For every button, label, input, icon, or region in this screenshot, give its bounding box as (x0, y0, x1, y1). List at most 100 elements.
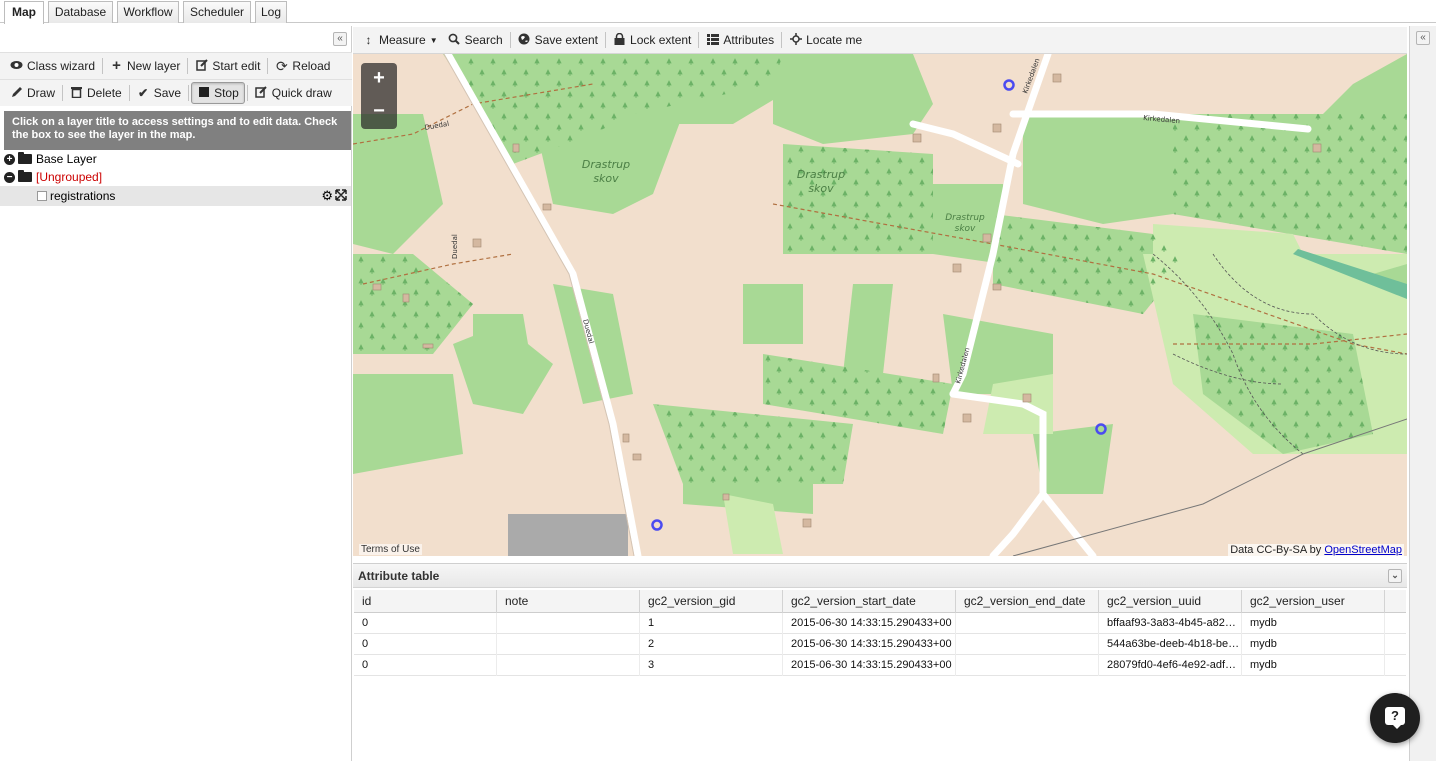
column-header[interactable]: gc2_version_start_date (783, 590, 956, 613)
separator (605, 32, 607, 48)
locate-me-button[interactable]: Locate me (784, 29, 867, 51)
tree-item-base-layer[interactable]: + Base Layer (0, 150, 351, 168)
registrations-label[interactable]: registrations (50, 189, 115, 203)
collapse-icon[interactable]: − (4, 171, 15, 183)
layer-panel: « Class wizard + New layer Start edit ⟳ … (0, 26, 352, 761)
search-label: Search (464, 33, 503, 47)
pencil-icon (10, 86, 23, 100)
attribute-table-header: Attribute table ⌄ (353, 564, 1407, 588)
measure-dropdown[interactable]: ↕ Measure ▼ (357, 29, 443, 51)
tab-workflow[interactable]: Workflow (117, 1, 179, 23)
tab-scheduler[interactable]: Scheduler (183, 1, 251, 23)
class-wizard-button[interactable]: Class wizard (5, 55, 100, 77)
save-button[interactable]: ✔ Save (132, 82, 186, 104)
openstreetmap-link[interactable]: OpenStreetMap (1324, 544, 1402, 556)
table-row[interactable]: 0 2 2015-06-30 14:33:15.290433+00 544a63… (354, 634, 1406, 655)
search-button[interactable]: Search (443, 29, 508, 51)
grid-header: id note gc2_version_gid gc2_version_star… (354, 590, 1406, 613)
zoom-in-button[interactable]: + (361, 63, 397, 96)
start-edit-button[interactable]: Start edit (190, 55, 265, 77)
column-header[interactable]: gc2_version_user (1242, 590, 1385, 613)
tree-item-ungrouped[interactable]: − [Ungrouped] (0, 168, 351, 186)
layer-visibility-checkbox[interactable] (37, 191, 47, 201)
new-layer-button[interactable]: + New layer (105, 55, 185, 77)
search-icon (448, 33, 461, 47)
svg-text:skov: skov (955, 224, 976, 234)
stop-button[interactable]: Stop (191, 82, 245, 104)
cell-note (497, 634, 640, 655)
attributes-button[interactable]: Attributes (701, 29, 779, 51)
folder-icon (18, 152, 32, 164)
reload-label: Reload (292, 59, 331, 73)
separator (698, 32, 700, 48)
column-header[interactable]: gc2_version_end_date (956, 590, 1099, 613)
ungrouped-label: [Ungrouped] (36, 170, 103, 184)
cell-id: 0 (354, 613, 497, 634)
layer-toolbar: Class wizard + New layer Start edit ⟳ Re… (0, 52, 352, 79)
collapse-left-panel-button[interactable]: « (333, 32, 347, 46)
cell-id: 0 (354, 655, 497, 676)
delete-button[interactable]: Delete (65, 82, 127, 104)
cell-note (497, 613, 640, 634)
tab-map[interactable]: Map (4, 1, 44, 24)
fullscreen-icon[interactable] (335, 189, 347, 204)
table-row[interactable]: 0 1 2015-06-30 14:33:15.290433+00 bffaaf… (354, 613, 1406, 634)
caret-down-icon: ▼ (429, 35, 438, 45)
attribute-grid: id note gc2_version_gid gc2_version_star… (354, 590, 1406, 676)
map-canvas[interactable]: Drastrup skov Drastrup skov Drastrup sko… (353, 54, 1407, 556)
table-row[interactable]: 0 3 2015-06-30 14:33:15.290433+00 28079f… (354, 655, 1406, 676)
cell-gid: 3 (640, 655, 783, 676)
tab-log[interactable]: Log (255, 1, 287, 23)
folder-open-icon (18, 170, 32, 182)
save-extent-button[interactable]: Save extent (513, 29, 603, 51)
cell-start-date: 2015-06-30 14:33:15.290433+00 (783, 634, 956, 655)
eye-icon (10, 60, 23, 72)
column-header[interactable]: id (354, 590, 497, 613)
save-extent-label: Save extent (534, 33, 599, 47)
zoom-control: + − (361, 63, 397, 129)
cell-uuid: 544a63be-deeb-4b18-be… (1099, 634, 1242, 655)
lock-extent-label: Lock extent (630, 33, 692, 47)
separator (246, 85, 248, 101)
help-chat-button[interactable]: ? (1370, 693, 1420, 743)
svg-text:skov: skov (593, 172, 619, 185)
tree-item-registrations[interactable]: registrations ⚙ (0, 186, 351, 206)
attribution-text: Data CC-By-SA by (1230, 544, 1322, 556)
reload-button[interactable]: ⟳ Reload (270, 55, 335, 77)
plus-icon: + (112, 57, 121, 74)
gear-icon[interactable]: ⚙ (321, 189, 333, 202)
cell-user: mydb (1242, 655, 1385, 676)
cell-end-date (956, 613, 1099, 634)
map-toolbar: ↕ Measure ▼ Search Save extent Lock exte… (353, 27, 1407, 54)
separator (267, 58, 269, 74)
expand-icon[interactable]: + (4, 153, 15, 165)
help-bubble-icon: ? (1385, 707, 1405, 729)
separator (62, 85, 64, 101)
svg-text:Duedal: Duedal (451, 234, 459, 259)
column-header-filler (1385, 590, 1406, 613)
stop-icon (197, 87, 210, 99)
measure-label: Measure (379, 33, 426, 47)
column-header[interactable]: gc2_version_uuid (1099, 590, 1242, 613)
column-header[interactable]: note (497, 590, 640, 613)
locate-me-label: Locate me (806, 33, 863, 47)
separator (187, 58, 189, 74)
svg-text:Drastrup: Drastrup (945, 213, 985, 223)
svg-text:Drastrup: Drastrup (797, 168, 845, 181)
lock-extent-button[interactable]: Lock extent (608, 29, 696, 51)
zoom-out-button[interactable]: − (361, 96, 397, 129)
collapse-table-icon[interactable]: ⌄ (1388, 569, 1402, 583)
vertical-arrows-icon: ↕ (365, 33, 372, 47)
start-edit-label: Start edit (212, 59, 261, 73)
quick-draw-button[interactable]: Quick draw (250, 82, 337, 104)
column-header[interactable]: gc2_version_gid (640, 590, 783, 613)
map-tiles: Drastrup skov Drastrup skov Drastrup sko… (353, 54, 1407, 556)
edit-icon (195, 59, 208, 73)
terms-of-use-link[interactable]: Terms of Use (359, 544, 422, 555)
draw-button[interactable]: Draw (5, 82, 60, 104)
delete-label: Delete (87, 86, 122, 100)
tab-database[interactable]: Database (48, 1, 113, 23)
expand-right-panel-button[interactable]: « (1416, 31, 1430, 45)
map-attribution: Data CC-By-SA by OpenStreetMap (1228, 544, 1404, 556)
refresh-icon: ⟳ (276, 58, 288, 74)
